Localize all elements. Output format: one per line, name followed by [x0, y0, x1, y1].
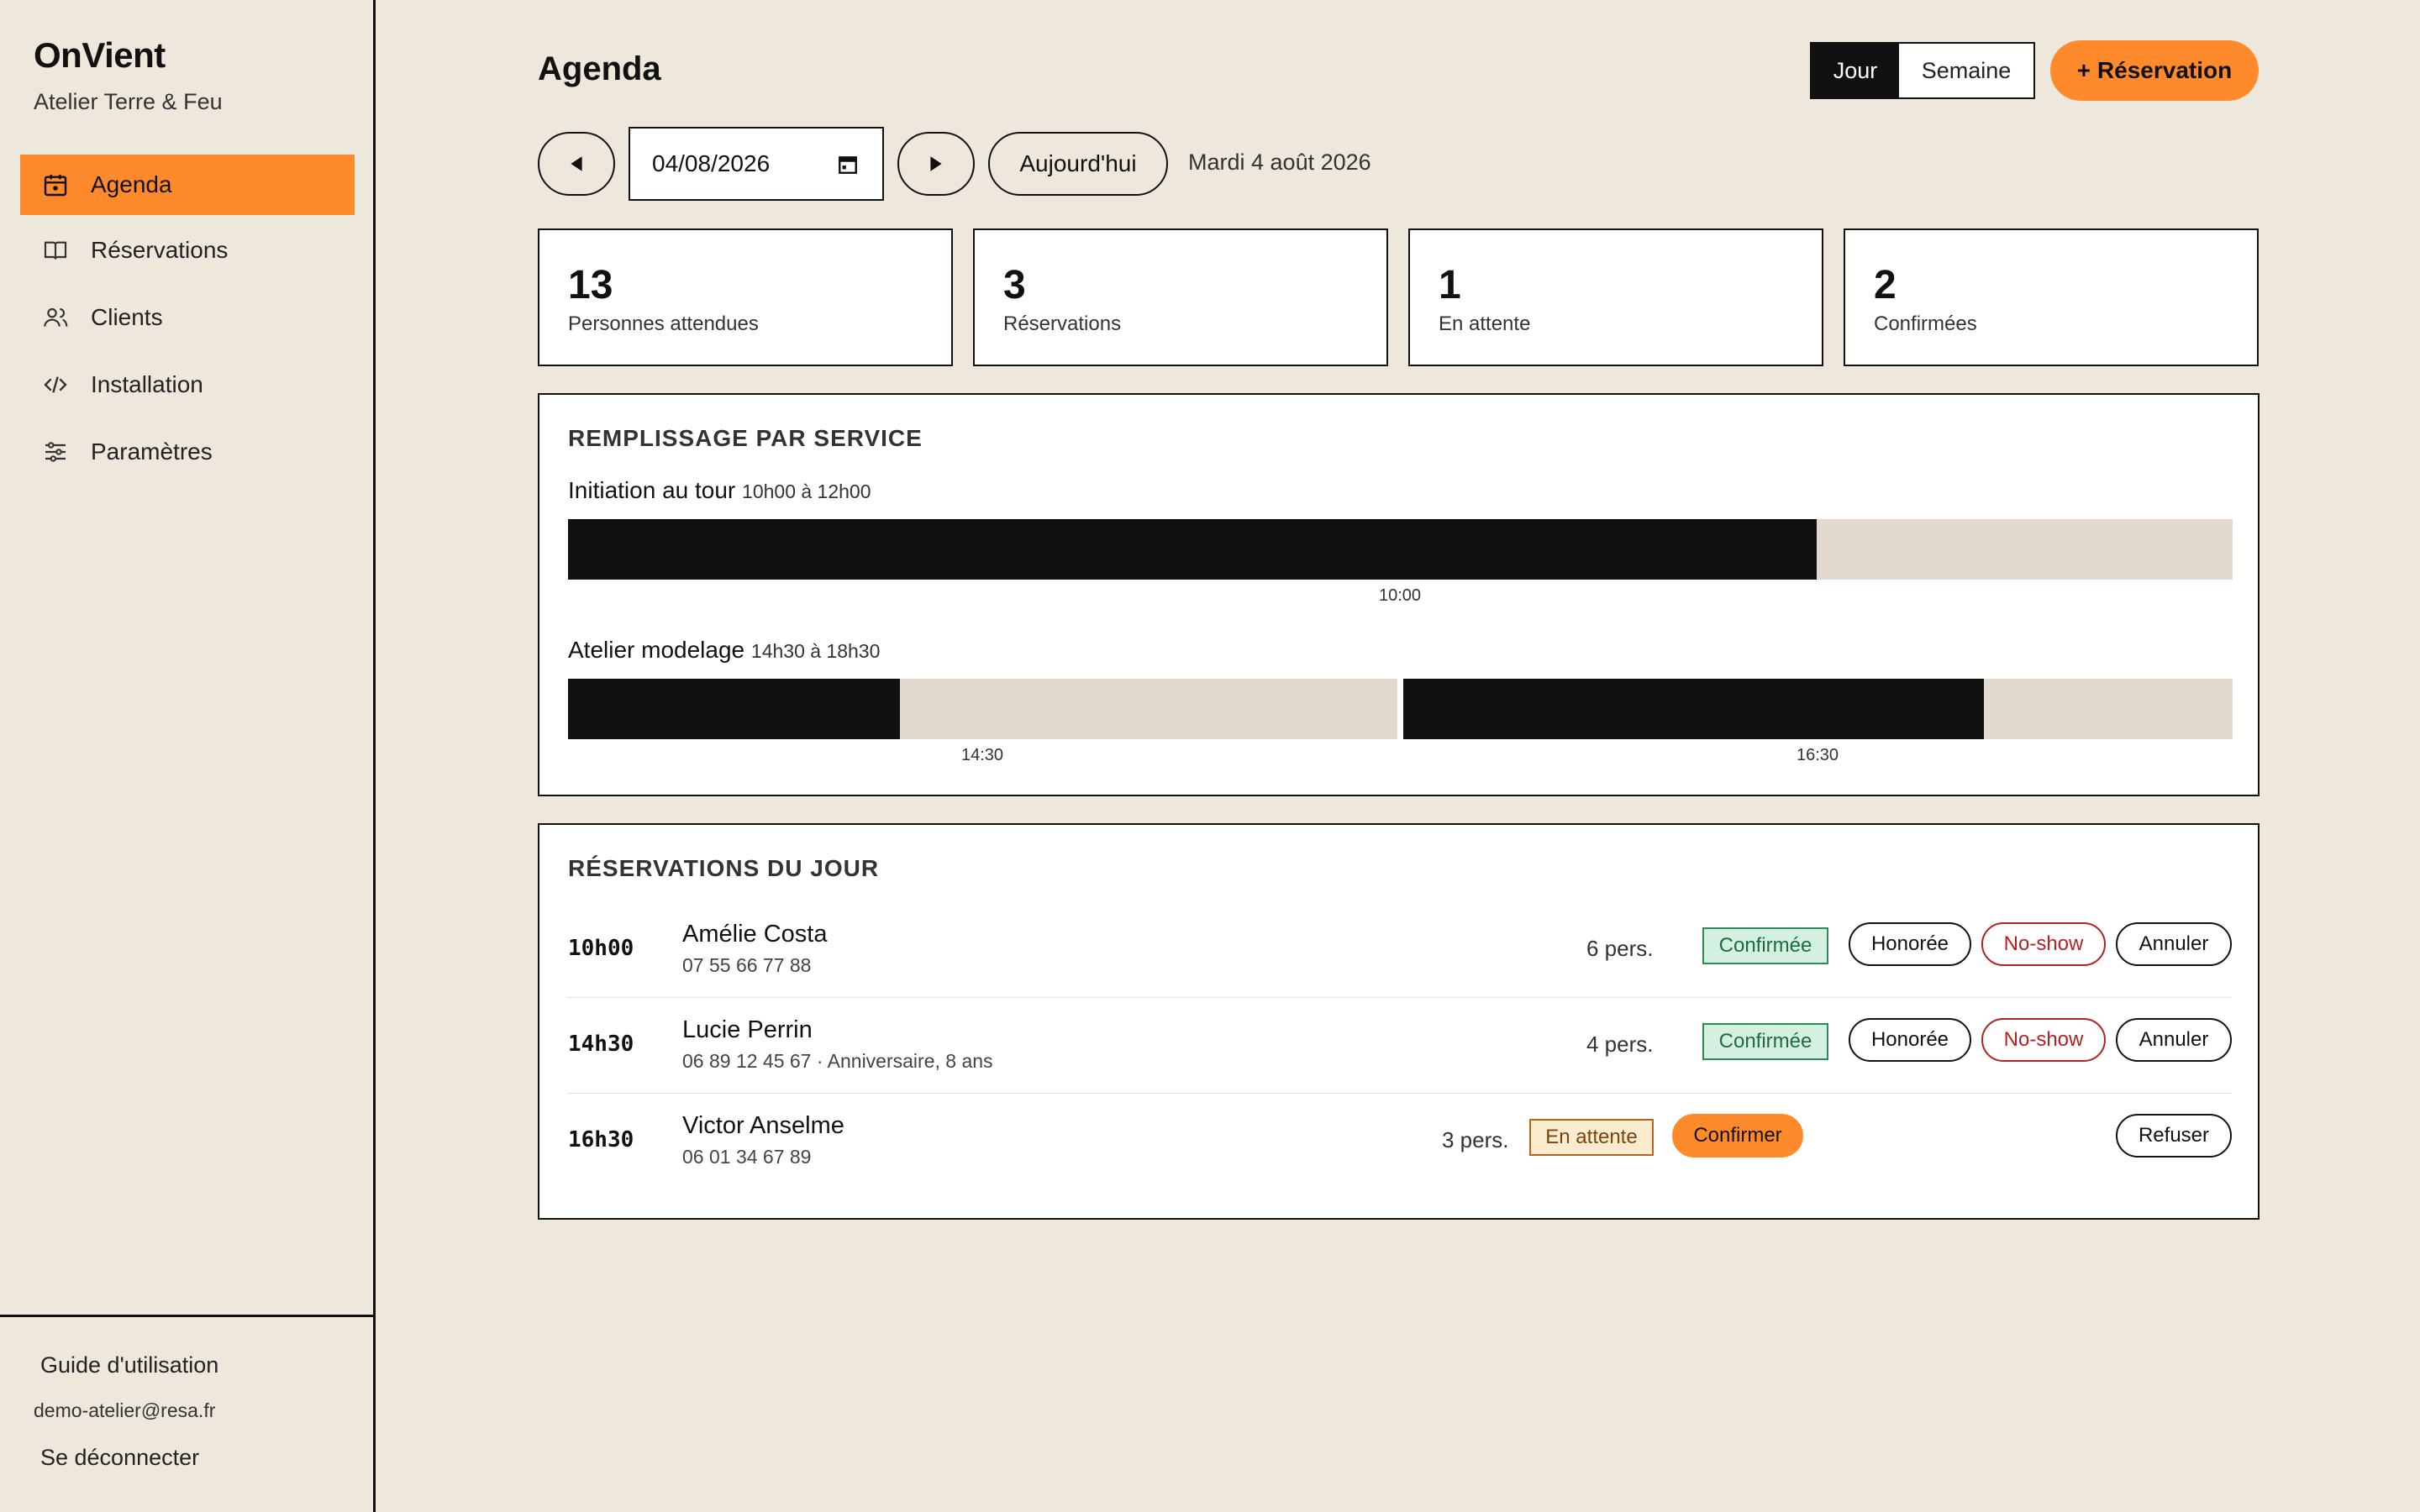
sidebar-divider: [0, 1315, 376, 1317]
current-date-label: Mardi 4 août 2026: [1188, 150, 1371, 175]
reservation-time: 10h00: [568, 936, 634, 961]
sliders-icon: [45, 442, 66, 462]
stat-label: Réservations: [1003, 312, 1122, 335]
slot-bar-fill: [1403, 679, 1984, 739]
book-icon: [44, 241, 67, 260]
slot-bar: [568, 679, 1397, 739]
sidebar-item-parametres[interactable]: Paramètres: [20, 422, 355, 482]
no-show-button[interactable]: No-show: [1981, 1018, 2106, 1062]
honored-button[interactable]: Honorée: [1849, 922, 1971, 966]
logout-link[interactable]: Se déconnecter: [40, 1445, 199, 1471]
stat-label: En attente: [1439, 312, 1531, 335]
slot-time: 14:30: [960, 746, 1004, 764]
slot-time: 16:30: [1796, 746, 1839, 764]
users-icon: [44, 307, 68, 327]
reservation-row: 14h30 Lucie Perrin 06 89 12 45 67 · Anni…: [568, 1000, 2232, 1094]
sidebar-item-label: Agenda: [91, 171, 172, 197]
reservation-party-size: 4 pers.: [1586, 1032, 1654, 1057]
sidebar-item-label: Réservations: [91, 237, 229, 263]
no-show-button[interactable]: No-show: [1981, 922, 2106, 966]
view-toggle: Jour Semaine: [1810, 42, 2035, 99]
honored-button[interactable]: Honorée: [1849, 1018, 1971, 1062]
reservation-time: 16h30: [568, 1127, 634, 1152]
fill-rate-panel: REMPLISSAGE PAR SERVICE Initiation au to…: [538, 393, 2260, 796]
stat-label: Personnes attendues: [568, 312, 759, 335]
panel-title: REMPLISSAGE PAR SERVICE: [568, 425, 923, 451]
reservations-panel: RÉSERVATIONS DU JOUR 10h00 Amélie Costa …: [538, 823, 2260, 1220]
reservation-name: Lucie Perrin: [682, 1016, 813, 1043]
reservation-details: 06 01 34 67 89: [682, 1146, 812, 1168]
organization-name: Atelier Terre & Feu: [34, 89, 223, 114]
reservation-time: 14h30: [568, 1032, 634, 1057]
reservation-name: Amélie Costa: [682, 921, 828, 948]
previous-day-button[interactable]: [538, 132, 615, 196]
stat-card-reservations: 3 Réservations: [973, 228, 1388, 366]
stat-label: Confirmées: [1874, 312, 1977, 335]
service-label: Atelier modelage 14h30 à 18h30: [568, 637, 880, 664]
sidebar-item-agenda[interactable]: Agenda: [20, 155, 355, 215]
user-email: demo-atelier@resa.fr: [34, 1399, 216, 1421]
slot-bar-fill: [568, 519, 1817, 580]
reservation-party-size: 6 pers.: [1586, 936, 1654, 961]
slot-bar-fill: [568, 679, 900, 739]
sidebar: OnVient Atelier Terre & Feu Agenda Réser…: [0, 0, 376, 1512]
brand-logo: OnVient: [34, 35, 166, 75]
reservation-row: 16h30 Victor Anselme 06 01 34 67 89 3 pe…: [568, 1095, 2232, 1189]
slot-bar: [1403, 679, 2233, 739]
slot-time: 10:00: [1378, 586, 1422, 605]
date-value: 04/08/2026: [652, 150, 771, 176]
sidebar-item-label: Installation: [91, 371, 203, 397]
page-title: Agenda: [538, 50, 661, 87]
view-week-button[interactable]: Semaine: [1899, 44, 2033, 97]
code-icon: [44, 376, 67, 393]
service-hours: 14h30 à 18h30: [750, 640, 881, 662]
reservation-party-size: 3 pers.: [1442, 1127, 1509, 1152]
service-name: Atelier modelage: [568, 637, 745, 663]
sidebar-item-reservations[interactable]: Réservations: [20, 220, 355, 281]
service-name: Initiation au tour: [568, 477, 736, 503]
stat-value: 2: [1874, 263, 1897, 307]
reservation-row: 10h00 Amélie Costa 07 55 66 77 88 6 pers…: [568, 904, 2232, 998]
guide-link[interactable]: Guide d'utilisation: [40, 1352, 218, 1378]
status-badge: Confirmée: [1702, 927, 1828, 964]
cancel-button[interactable]: Annuler: [2116, 1018, 2232, 1062]
service-label: Initiation au tour 10h00 à 12h00: [568, 477, 871, 504]
new-reservation-button[interactable]: + Réservation: [2050, 40, 2259, 101]
sidebar-item-label: Paramètres: [91, 438, 213, 465]
confirm-button[interactable]: Confirmer: [1672, 1114, 1803, 1158]
triangle-left-icon: [571, 156, 582, 171]
stat-value: 13: [568, 263, 613, 307]
slot-bar: [568, 519, 2233, 580]
next-day-button[interactable]: [897, 132, 975, 196]
refuse-button[interactable]: Refuser: [2116, 1114, 2232, 1158]
date-field[interactable]: 04/08/2026: [629, 127, 884, 201]
stat-value: 3: [1003, 263, 1026, 307]
stat-card-attendees: 13 Personnes attendues: [538, 228, 953, 366]
triangle-right-icon: [930, 156, 942, 171]
today-button[interactable]: Aujourd'hui: [988, 132, 1168, 196]
stat-card-confirmed: 2 Confirmées: [1844, 228, 2259, 366]
reservation-details: 06 89 12 45 67 · Anniversaire, 8 ans: [682, 1050, 993, 1072]
cancel-button[interactable]: Annuler: [2116, 922, 2232, 966]
status-badge: Confirmée: [1702, 1023, 1828, 1060]
stat-card-pending: 1 En attente: [1408, 228, 1823, 366]
sidebar-item-clients[interactable]: Clients: [20, 287, 355, 348]
panel-title: RÉSERVATIONS DU JOUR: [568, 855, 880, 881]
calendar-icon: [44, 175, 67, 197]
reservation-name: Victor Anselme: [682, 1112, 844, 1139]
status-badge: En attente: [1529, 1119, 1654, 1156]
sidebar-item-installation[interactable]: Installation: [20, 354, 355, 415]
stat-value: 1: [1439, 263, 1461, 307]
sidebar-item-label: Clients: [91, 304, 163, 330]
service-hours: 10h00 à 12h00: [742, 480, 871, 502]
view-day-button[interactable]: Jour: [1812, 44, 1899, 97]
reservation-details: 07 55 66 77 88: [682, 954, 812, 976]
calendar-picker-icon[interactable]: [837, 154, 859, 176]
